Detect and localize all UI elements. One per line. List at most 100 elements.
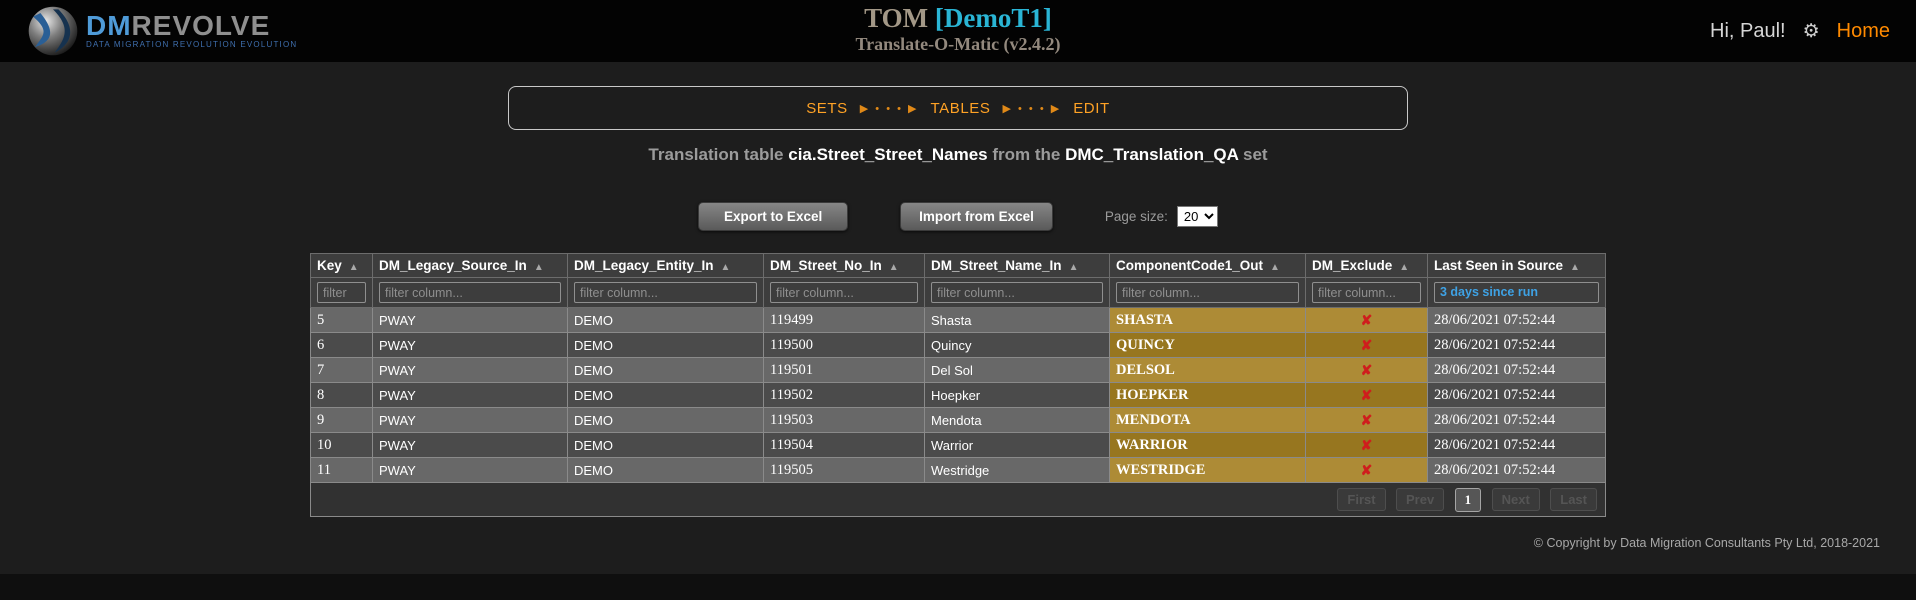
source-filter-input[interactable]	[379, 282, 561, 303]
page: DMREVOLVE DATA MIGRATION REVOLUTION EVOL…	[0, 0, 1916, 600]
title-block: TOM [DemoT1] Translate-O-Matic (v2.4.2)	[855, 3, 1060, 55]
logo-text: DMREVOLVE DATA MIGRATION REVOLUTION EVOL…	[86, 13, 297, 49]
cell-exclude-x-icon[interactable]: ✘	[1306, 358, 1428, 383]
heading-prefix: Translation table	[648, 145, 788, 164]
grid-wrap: Key▲ DM_Legacy_Source_In▲ DM_Legacy_Enti…	[0, 253, 1916, 517]
cell-exclude-x-icon[interactable]: ✘	[1306, 383, 1428, 408]
table-row[interactable]: 6 PWAY DEMO 119500 Quincy QUINCY ✘ 28/06…	[311, 333, 1606, 358]
cell-street-no: 119499	[764, 308, 925, 333]
table-row[interactable]: 5 PWAY DEMO 119499 Shasta SHASTA ✘ 28/06…	[311, 308, 1606, 333]
cell-component-code: MENDOTA	[1110, 408, 1306, 433]
top-bar: DMREVOLVE DATA MIGRATION REVOLUTION EVOL…	[0, 0, 1916, 62]
breadcrumb-separator-icon: ▶ • • • ▶	[1003, 102, 1062, 115]
cell-legacy-source: PWAY	[373, 433, 568, 458]
sort-asc-icon[interactable]: ▲	[1270, 262, 1280, 273]
cell-exclude-x-icon[interactable]: ✘	[1306, 433, 1428, 458]
cell-component-code: SHASTA	[1110, 308, 1306, 333]
col-header-dm-street-no-in[interactable]: DM_Street_No_In▲	[764, 254, 925, 278]
col-label: DM_Street_Name_In	[931, 258, 1062, 273]
col-header-dm-legacy-entity-in[interactable]: DM_Legacy_Entity_In▲	[568, 254, 764, 278]
sort-asc-icon[interactable]: ▲	[1399, 262, 1409, 273]
page-title: Translation table cia.Street_Street_Name…	[0, 145, 1916, 165]
pagination-row: First Prev 1 Next Last	[311, 483, 1606, 517]
bottom-bar	[0, 574, 1916, 600]
cell-key: 11	[311, 458, 373, 483]
cell-legacy-entity: DEMO	[568, 358, 764, 383]
cell-key: 9	[311, 408, 373, 433]
entity-filter-input[interactable]	[574, 282, 757, 303]
import-from-excel-button[interactable]: Import from Excel	[900, 202, 1053, 231]
col-header-dm-exclude[interactable]: DM_Exclude▲	[1306, 254, 1428, 278]
table-row[interactable]: 9 PWAY DEMO 119503 Mendota MENDOTA ✘ 28/…	[311, 408, 1606, 433]
settings-gear-icon[interactable]: ⚙	[1803, 20, 1820, 43]
cell-key: 5	[311, 308, 373, 333]
cell-key: 7	[311, 358, 373, 383]
pagination-prev-button[interactable]: Prev	[1396, 488, 1444, 511]
cell-component-code: WARRIOR	[1110, 433, 1306, 458]
cell-last-seen: 28/06/2021 07:52:44	[1428, 358, 1606, 383]
cell-street-no: 119505	[764, 458, 925, 483]
cell-street-name: Hoepker	[925, 383, 1110, 408]
cell-street-no: 119503	[764, 408, 925, 433]
pagination-first-button[interactable]: First	[1337, 488, 1385, 511]
col-header-last-seen-in-source[interactable]: Last Seen in Source▲	[1428, 254, 1606, 278]
cell-last-seen: 28/06/2021 07:52:44	[1428, 333, 1606, 358]
filter-cell: 3 days since run	[1428, 278, 1606, 308]
pagination-next-button[interactable]: Next	[1492, 488, 1540, 511]
filter-cell	[925, 278, 1110, 308]
cell-key: 8	[311, 383, 373, 408]
export-to-excel-button[interactable]: Export to Excel	[698, 202, 848, 231]
cell-legacy-source: PWAY	[373, 333, 568, 358]
user-greeting: Hi, Paul!	[1710, 20, 1786, 43]
component-code-filter-input[interactable]	[1116, 282, 1299, 303]
street-name-filter-input[interactable]	[931, 282, 1103, 303]
sort-asc-icon[interactable]: ▲	[721, 262, 731, 273]
cell-exclude-x-icon[interactable]: ✘	[1306, 458, 1428, 483]
cell-key: 10	[311, 433, 373, 458]
table-row[interactable]: 10 PWAY DEMO 119504 Warrior WARRIOR ✘ 28…	[311, 433, 1606, 458]
exclude-filter-input[interactable]	[1312, 282, 1421, 303]
cell-exclude-x-icon[interactable]: ✘	[1306, 408, 1428, 433]
page-size-select[interactable]: 20	[1177, 206, 1218, 227]
heading-set-name: DMC_Translation_QA	[1065, 145, 1238, 164]
breadcrumb-wrap: SETS ▶ • • • ▶ TABLES ▶ • • • ▶ EDIT	[0, 86, 1916, 130]
breadcrumb-sets[interactable]: SETS	[806, 100, 848, 117]
sort-asc-icon[interactable]: ▲	[534, 262, 544, 273]
sort-asc-icon[interactable]: ▲	[1570, 262, 1580, 273]
pagination-page-1-button[interactable]: 1	[1455, 488, 1482, 512]
sort-asc-icon[interactable]: ▲	[889, 262, 899, 273]
cell-street-name: Shasta	[925, 308, 1110, 333]
pagination-last-button[interactable]: Last	[1550, 488, 1597, 511]
filter-cell	[1110, 278, 1306, 308]
sort-asc-icon[interactable]: ▲	[349, 262, 359, 273]
home-link[interactable]: Home	[1837, 20, 1890, 43]
pagination-cell: First Prev 1 Next Last	[311, 483, 1606, 517]
cell-exclude-x-icon[interactable]: ✘	[1306, 308, 1428, 333]
last-seen-status-filter[interactable]: 3 days since run	[1434, 282, 1599, 303]
cell-legacy-source: PWAY	[373, 308, 568, 333]
cell-exclude-x-icon[interactable]: ✘	[1306, 333, 1428, 358]
key-filter-input[interactable]	[317, 282, 366, 303]
app-title-main: TOM	[864, 3, 935, 33]
street-no-filter-input[interactable]	[770, 282, 918, 303]
breadcrumb: SETS ▶ • • • ▶ TABLES ▶ • • • ▶ EDIT	[508, 86, 1408, 130]
col-header-dm-legacy-source-in[interactable]: DM_Legacy_Source_In▲	[373, 254, 568, 278]
cell-street-no: 119500	[764, 333, 925, 358]
cell-street-no: 119502	[764, 383, 925, 408]
translation-table: Key▲ DM_Legacy_Source_In▲ DM_Legacy_Enti…	[310, 253, 1606, 517]
col-header-dm-street-name-in[interactable]: DM_Street_Name_In ▲	[925, 254, 1110, 278]
cell-component-code: QUINCY	[1110, 333, 1306, 358]
cell-last-seen: 28/06/2021 07:52:44	[1428, 458, 1606, 483]
cell-legacy-entity: DEMO	[568, 383, 764, 408]
table-row[interactable]: 11 PWAY DEMO 119505 Westridge WESTRIDGE …	[311, 458, 1606, 483]
cell-street-name: Del Sol	[925, 358, 1110, 383]
breadcrumb-tables[interactable]: TABLES	[930, 100, 990, 117]
copyright-notice: © Copyright by Data Migration Consultant…	[1534, 536, 1880, 550]
dmrevolve-logo[interactable]: DMREVOLVE DATA MIGRATION REVOLUTION EVOL…	[26, 4, 297, 58]
table-row[interactable]: 7 PWAY DEMO 119501 Del Sol DELSOL ✘ 28/0…	[311, 358, 1606, 383]
col-header-key[interactable]: Key▲	[311, 254, 373, 278]
col-header-componentcode1-out[interactable]: ComponentCode1_Out▲	[1110, 254, 1306, 278]
table-row[interactable]: 8 PWAY DEMO 119502 Hoepker HOEPKER ✘ 28/…	[311, 383, 1606, 408]
sort-asc-icon[interactable]: ▲	[1069, 262, 1079, 273]
cell-legacy-entity: DEMO	[568, 408, 764, 433]
